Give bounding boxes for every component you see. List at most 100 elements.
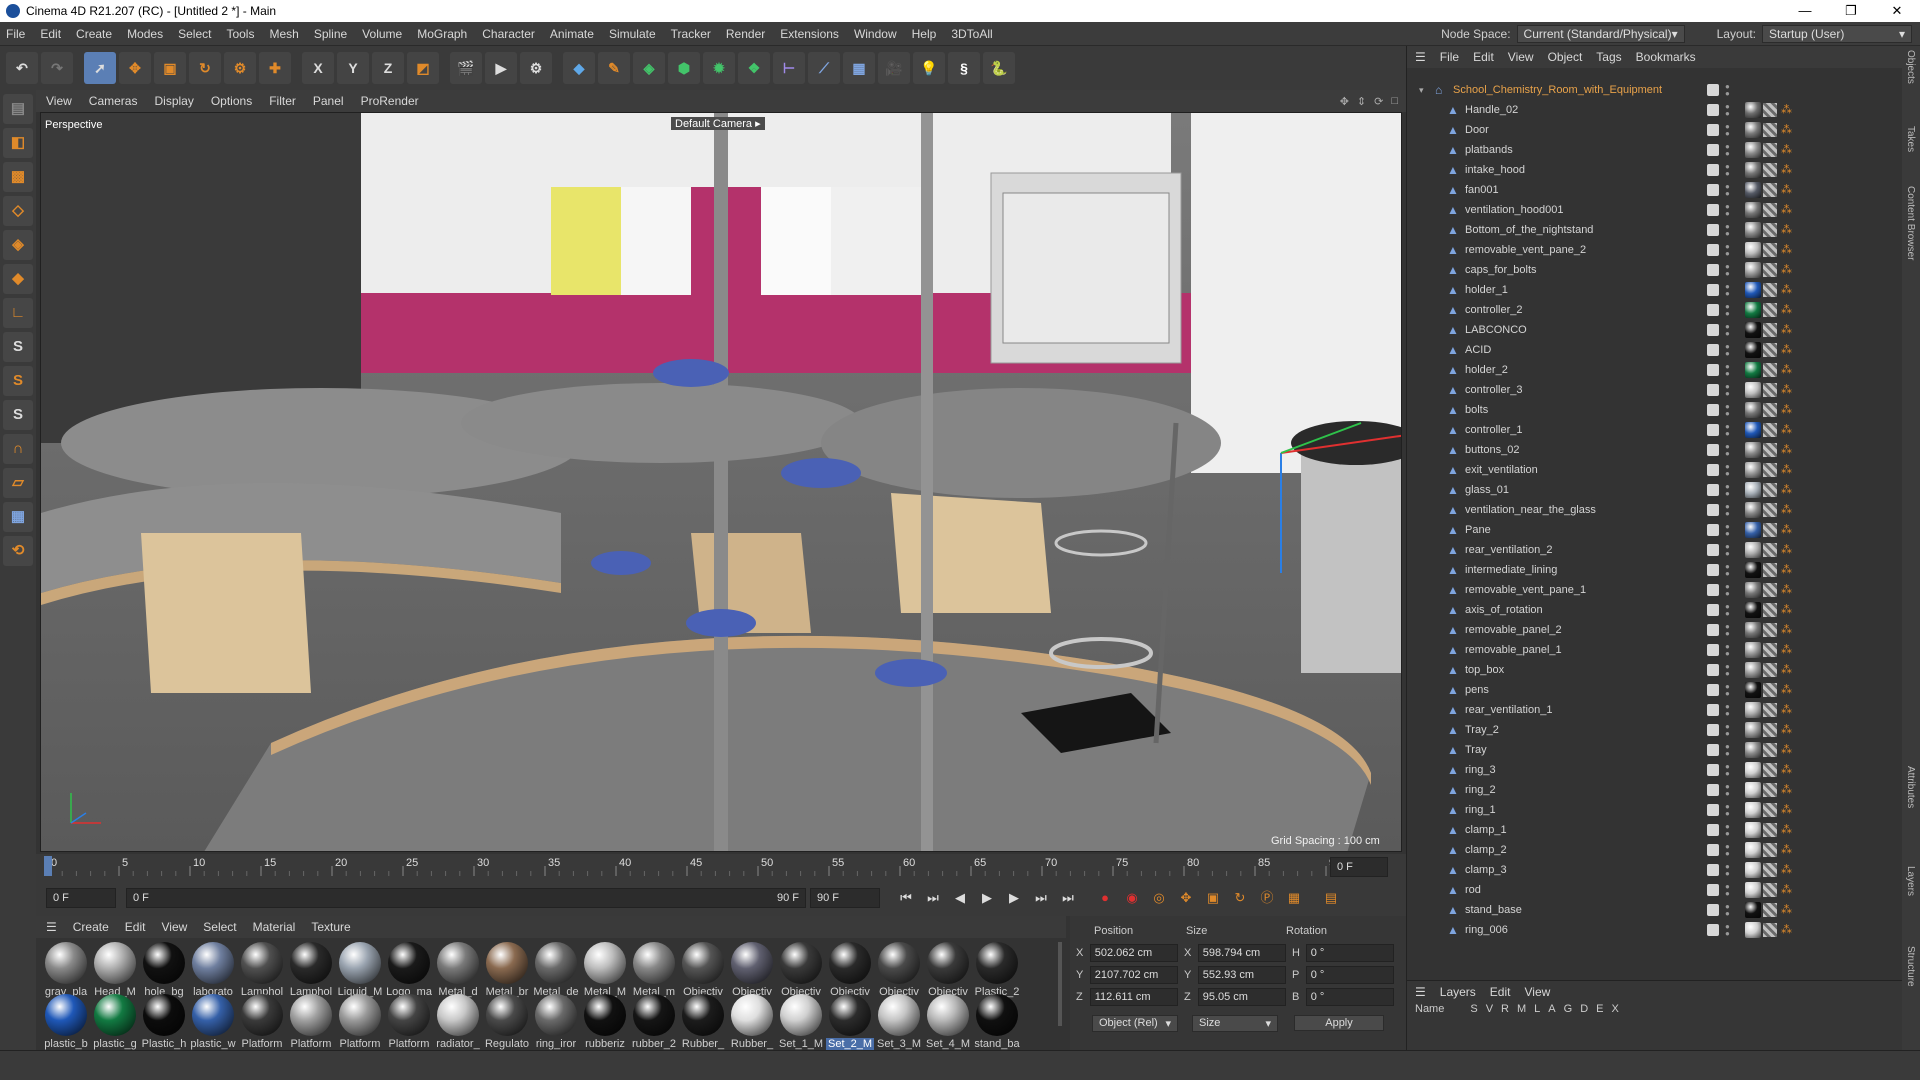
render-visibility-dots[interactable]: ● ● — [1725, 683, 1730, 698]
material-tag-icon[interactable] — [1745, 442, 1761, 458]
render-visibility-dots[interactable]: ● ● — [1725, 283, 1730, 298]
render-view-icon[interactable]: 🎬 — [450, 52, 482, 84]
texture-tag-icon[interactable] — [1763, 403, 1777, 417]
texture-tag-icon[interactable] — [1763, 443, 1777, 457]
render-visibility-dots[interactable]: ● ● — [1725, 343, 1730, 358]
rotation-key-icon[interactable]: ↻ — [1228, 886, 1252, 910]
material-swatch[interactable]: Lamphol — [238, 942, 286, 998]
material-tag-icon[interactable] — [1745, 282, 1761, 298]
rotation-field[interactable]: 0 ° — [1305, 944, 1394, 962]
texture-tag-icon[interactable] — [1763, 363, 1777, 377]
side-tab-attributes[interactable]: Attributes — [1905, 766, 1916, 808]
render-visibility-dots[interactable]: ● ● — [1725, 763, 1730, 778]
pan-view-icon[interactable]: ✥ — [1340, 95, 1349, 108]
viewport-menu-cameras[interactable]: Cameras — [89, 94, 138, 108]
object-row[interactable]: ▲ rear_ventilation_2 ● ● ⁂ — [1407, 540, 1903, 560]
visibility-check-icon[interactable] — [1707, 504, 1719, 516]
visibility-check-icon[interactable] — [1707, 384, 1719, 396]
object-row[interactable]: ▲ platbands ● ● ⁂ — [1407, 140, 1903, 160]
object-row[interactable]: ▲ top_box ● ● ⁂ — [1407, 660, 1903, 680]
menu-character[interactable]: Character — [482, 27, 535, 41]
material-tag-icon[interactable] — [1745, 702, 1761, 718]
undo-icon[interactable]: ↶ — [6, 52, 38, 84]
phong-tag-icon[interactable]: ⁂ — [1781, 563, 1792, 576]
visibility-check-icon[interactable] — [1707, 184, 1719, 196]
visibility-check-icon[interactable] — [1707, 484, 1719, 496]
texture-tag-icon[interactable] — [1763, 863, 1777, 877]
object-row[interactable]: ▲ axis_of_rotation ● ● ⁂ — [1407, 600, 1903, 620]
material-swatch[interactable]: plastic_g — [91, 994, 139, 1050]
render-visibility-dots[interactable]: ● ● — [1725, 363, 1730, 378]
object-row[interactable]: ▲ exit_ventilation ● ● ⁂ — [1407, 460, 1903, 480]
frame-indicator[interactable]: 0 F — [1330, 857, 1388, 877]
render-visibility-dots[interactable]: ● ● — [1725, 503, 1730, 518]
visibility-check-icon[interactable] — [1707, 444, 1719, 456]
visibility-check-icon[interactable] — [1707, 844, 1719, 856]
material-swatch[interactable]: radiator_ — [434, 994, 482, 1050]
phong-tag-icon[interactable]: ⁂ — [1781, 763, 1792, 776]
material-swatch[interactable]: Objectiv — [875, 942, 923, 998]
texture-tag-icon[interactable] — [1763, 523, 1777, 537]
material-tag-icon[interactable] — [1745, 842, 1761, 858]
material-swatch[interactable]: Objectiv — [679, 942, 727, 998]
material-tag-icon[interactable] — [1745, 742, 1761, 758]
phong-tag-icon[interactable]: ⁂ — [1781, 263, 1792, 276]
layer-menu-edit[interactable]: Edit — [1490, 985, 1511, 999]
render-visibility-dots[interactable]: ● ● — [1725, 563, 1730, 578]
object-row[interactable]: ▲ removable_panel_1 ● ● ⁂ — [1407, 640, 1903, 660]
visibility-check-icon[interactable] — [1707, 224, 1719, 236]
side-tab-layers[interactable]: Layers — [1905, 866, 1916, 896]
visibility-check-icon[interactable] — [1707, 864, 1719, 876]
pen-spline-icon[interactable]: ✎ — [598, 52, 630, 84]
phong-tag-icon[interactable]: ⁂ — [1781, 883, 1792, 896]
menu-simulate[interactable]: Simulate — [609, 27, 656, 41]
go-to-end-icon[interactable]: ⏭ — [1056, 886, 1080, 910]
subdivision-icon[interactable]: ◈ — [633, 52, 665, 84]
render-settings-icon[interactable]: ⚙ — [520, 52, 552, 84]
material-tag-icon[interactable] — [1745, 602, 1761, 618]
phong-tag-icon[interactable]: ⁂ — [1781, 363, 1792, 376]
sketch-toon-icon[interactable]: § — [948, 52, 980, 84]
phong-tag-icon[interactable]: ⁂ — [1781, 783, 1792, 796]
layer-column-s[interactable]: S — [1470, 1003, 1477, 1015]
viewport-menu-display[interactable]: Display — [154, 94, 193, 108]
size-mode-dropdown[interactable]: Size ▾ — [1192, 1014, 1278, 1032]
render-visibility-dots[interactable]: ● ● — [1725, 723, 1730, 738]
phong-tag-icon[interactable]: ⁂ — [1781, 323, 1792, 336]
viewport-menu-prorender[interactable]: ProRender — [361, 94, 419, 108]
material-swatch[interactable]: Platform — [287, 994, 335, 1050]
viewport-menu-view[interactable]: View — [46, 94, 72, 108]
render-visibility-dots[interactable]: ● ● — [1725, 83, 1730, 98]
material-tag-icon[interactable] — [1745, 862, 1761, 878]
render-visibility-dots[interactable]: ● ● — [1725, 903, 1730, 918]
material-swatch[interactable]: rubber_2 — [630, 994, 678, 1050]
object-row[interactable]: ▲ Pane ● ● ⁂ — [1407, 520, 1903, 540]
material-tag-icon[interactable] — [1745, 242, 1761, 258]
edges-mode-icon[interactable]: ◈ — [3, 230, 33, 260]
render-visibility-dots[interactable]: ● ● — [1725, 123, 1730, 138]
axis-mode-icon[interactable]: ∟ — [3, 298, 33, 328]
material-tag-icon[interactable] — [1745, 822, 1761, 838]
model-mode-icon[interactable]: ◧ — [3, 128, 33, 158]
side-tab-objects[interactable]: Objects — [1905, 50, 1916, 84]
texture-tag-icon[interactable] — [1763, 283, 1777, 297]
object-row[interactable]: ▲ ventilation_near_the_glass ● ● ⁂ — [1407, 500, 1903, 520]
material-swatch[interactable]: hole_bg — [140, 942, 188, 998]
keyframe-selection-icon[interactable]: ◎ — [1147, 886, 1171, 910]
material-swatch[interactable]: Head_M — [91, 942, 139, 998]
move-tool-icon[interactable]: ✥ — [119, 52, 151, 84]
menu-volume[interactable]: Volume — [362, 27, 402, 41]
render-visibility-dots[interactable]: ● ● — [1725, 543, 1730, 558]
visibility-check-icon[interactable] — [1707, 324, 1719, 336]
material-swatch[interactable]: Set_2_M — [826, 994, 874, 1050]
visibility-check-icon[interactable] — [1707, 624, 1719, 636]
object-row[interactable]: ▲ caps_for_bolts ● ● ⁂ — [1407, 260, 1903, 280]
phong-tag-icon[interactable]: ⁂ — [1781, 343, 1792, 356]
render-visibility-dots[interactable]: ● ● — [1725, 183, 1730, 198]
texture-tag-icon[interactable] — [1763, 243, 1777, 257]
material-swatch[interactable]: Metal_M — [581, 942, 629, 998]
object-menu-tags[interactable]: Tags — [1596, 50, 1621, 64]
object-row[interactable]: ▲ bolts ● ● ⁂ — [1407, 400, 1903, 420]
material-menu-create[interactable]: Create — [73, 920, 109, 934]
object-row[interactable]: ▲ removable_panel_2 ● ● ⁂ — [1407, 620, 1903, 640]
